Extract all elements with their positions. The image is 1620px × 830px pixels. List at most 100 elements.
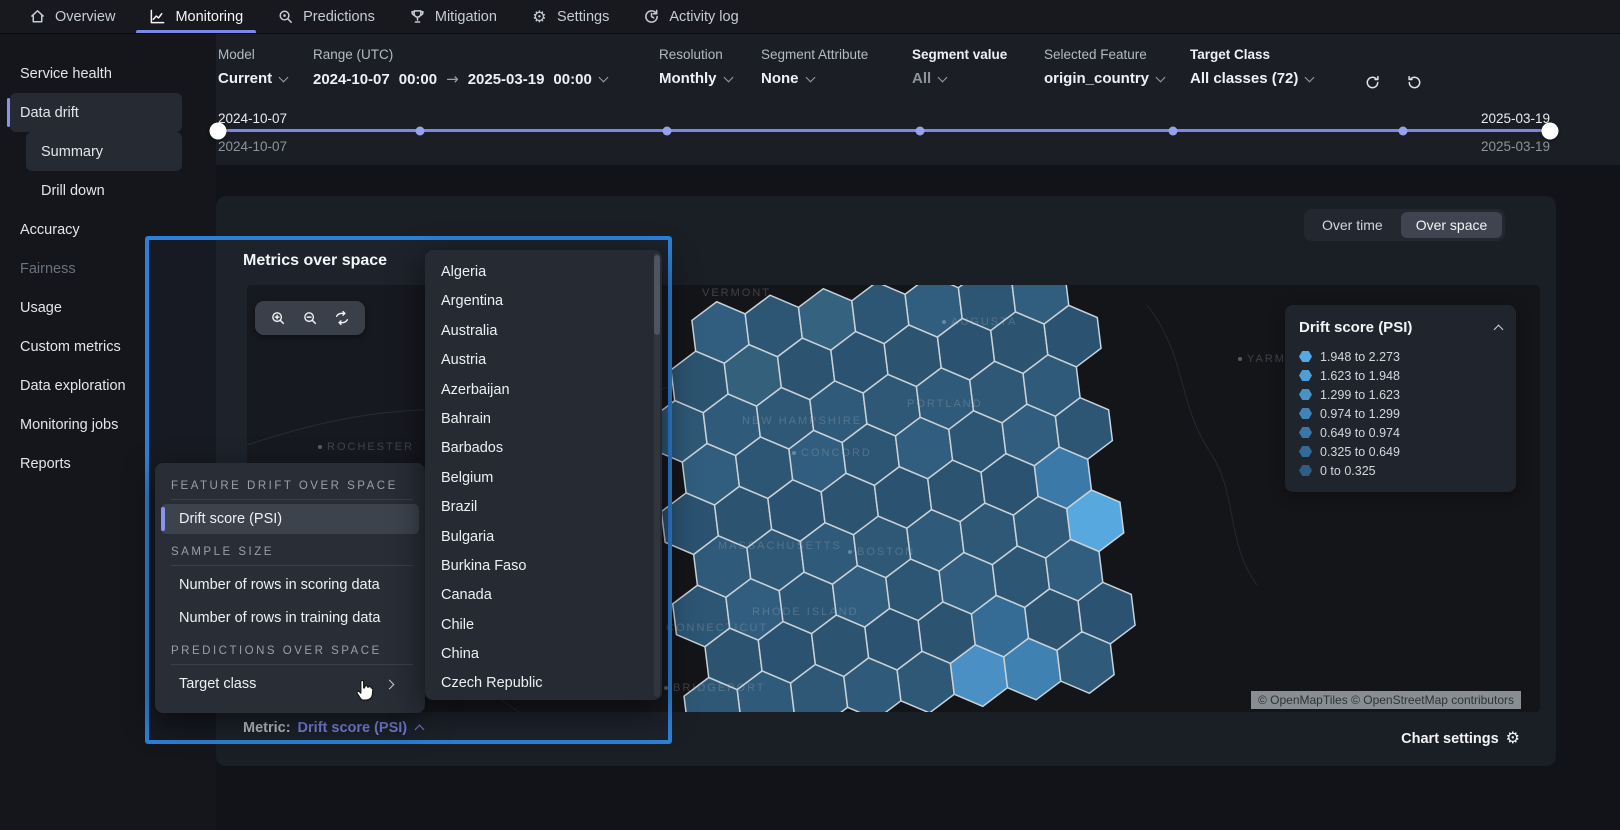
country-option[interactable]: Bahrain <box>425 405 662 434</box>
slider-handle-end[interactable] <box>1542 122 1559 139</box>
map-zoom-button[interactable] <box>333 309 351 327</box>
submenu-chevron-icon <box>385 679 395 689</box>
sidebar-item-label: Fairness <box>20 261 76 277</box>
country-option[interactable]: Argentina <box>425 287 662 316</box>
map-place-label: PORTLAND <box>907 398 983 410</box>
menu-item-label: Target class <box>179 676 256 692</box>
model-select[interactable]: Current <box>218 70 305 87</box>
city-dot-icon <box>664 686 668 690</box>
legend-range-label: 0.649 to 0.974 <box>1320 426 1400 440</box>
segment-attribute-control: Segment Attribute None <box>761 47 912 87</box>
sidebar-item-label: Accuracy <box>20 222 80 238</box>
nav-item[interactable]: Overview <box>12 0 132 33</box>
resolution-select[interactable]: Monthly <box>659 70 753 87</box>
range-select[interactable]: 2024-10-07 00:00 → 2025-03-19 00:00 <box>313 70 651 88</box>
nav-item-icon <box>643 8 660 25</box>
sidebar-item[interactable]: Custom metrics <box>0 327 216 366</box>
legend-swatch <box>1299 446 1312 457</box>
map-place-label: MASSACHUSETTS <box>718 540 842 552</box>
sidebar-item[interactable]: Summary <box>26 132 182 171</box>
sidebar-item-label: Data exploration <box>20 378 126 394</box>
country-option[interactable]: Canada <box>425 581 662 610</box>
divider <box>171 664 413 665</box>
country-option[interactable]: Australia <box>425 317 662 346</box>
target-class-select[interactable]: All classes (72) <box>1190 70 1327 87</box>
filter-bar: Model Current Range (UTC) 2024-10-07 00:… <box>216 34 1620 165</box>
country-option[interactable]: Austria <box>425 346 662 375</box>
nav-item[interactable]: Activity log <box>626 0 755 33</box>
target-class-value: All classes (72) <box>1190 70 1298 87</box>
country-option[interactable]: Brazil <box>425 493 662 522</box>
view-toggle-option[interactable]: Over time <box>1307 212 1398 238</box>
legend-swatch <box>1299 389 1312 400</box>
model-label: Model <box>218 47 305 62</box>
sidebar-item[interactable]: Drill down <box>0 171 216 210</box>
nav-item[interactable]: Monitoring <box>132 0 260 33</box>
scrollbar-thumb[interactable] <box>654 255 660 335</box>
refresh-icon[interactable] <box>1399 69 1429 95</box>
metric-value-link[interactable]: Drift score (PSI) <box>298 720 424 736</box>
sidebar-item-label: Reports <box>20 456 71 472</box>
nav-item-label: Settings <box>557 9 609 25</box>
metric-label: Metric: Drift score (PSI) <box>243 720 423 736</box>
sidebar-item[interactable]: Accuracy <box>0 210 216 249</box>
legend-swatch <box>1299 408 1312 419</box>
segment-attribute-select[interactable]: None <box>761 70 904 87</box>
nav-item[interactable]: ⚙ Settings <box>514 0 626 33</box>
slider-start-date-top: 2024-10-07 <box>218 111 287 126</box>
chart-settings-button[interactable]: Chart settings ⚙ <box>1401 730 1520 747</box>
selected-feature-select[interactable]: origin_country <box>1044 70 1182 87</box>
map-attribution[interactable]: © OpenMapTiles © OpenStreetMap contribut… <box>1251 691 1521 709</box>
segment-value-select[interactable]: All <box>912 70 1036 87</box>
city-dot-icon <box>848 550 852 554</box>
sidebar-item[interactable]: Service health <box>0 54 216 93</box>
slider-handle-start[interactable] <box>210 122 227 139</box>
hex-grid <box>623 285 1178 712</box>
range-start-time: 00:00 <box>399 71 437 88</box>
country-option[interactable]: Chile <box>425 611 662 640</box>
sidebar-item[interactable]: Monitoring jobs <box>0 405 216 444</box>
menu-item[interactable]: Target class <box>161 669 419 699</box>
country-option[interactable]: Azerbaijan <box>425 376 662 405</box>
scrollbar-track[interactable] <box>654 253 660 697</box>
nav-item-icon <box>277 8 294 25</box>
slider-start-date-bottom: 2024-10-07 <box>218 139 287 154</box>
menu-item[interactable]: Drift score (PSI) <box>161 504 419 534</box>
sidebar-item[interactable]: Usage <box>0 288 216 327</box>
country-option[interactable]: Burkina Faso <box>425 552 662 581</box>
sidebar-item[interactable]: Fairness <box>0 249 216 288</box>
slider-tick <box>1399 126 1408 135</box>
top-nav: Overview Monitoring Predictions Mitigati… <box>0 0 1620 34</box>
map-legend: Drift score (PSI) 1.948 to 2.273 1.623 t… <box>1285 305 1516 492</box>
nav-item-icon <box>149 8 166 25</box>
sidebar-item[interactable]: Data drift <box>10 93 182 132</box>
menu-section-header: PREDICTIONS OVER SPACE <box>155 636 425 662</box>
slider-tick <box>1169 126 1178 135</box>
nav-item[interactable]: Mitigation <box>392 0 514 33</box>
chevron-down-icon <box>938 72 948 82</box>
country-option[interactable]: Belgium <box>425 464 662 493</box>
map-place-label: RHODE ISLAND <box>752 606 859 618</box>
range-label: Range (UTC) <box>313 47 651 62</box>
legend-swatch <box>1299 370 1312 381</box>
country-option[interactable]: Czech Republic <box>425 669 662 698</box>
nav-item[interactable]: Predictions <box>260 0 392 33</box>
menu-item[interactable]: Number of rows in training data <box>161 603 419 633</box>
map-place-label: ROCHESTER <box>318 441 414 453</box>
refresh-icon[interactable] <box>1357 69 1387 95</box>
sidebar-item[interactable]: Data exploration <box>0 366 216 405</box>
view-toggle-option[interactable]: Over space <box>1401 212 1503 238</box>
country-option[interactable]: Barbados <box>425 434 662 463</box>
map-zoom-button[interactable] <box>301 309 319 327</box>
map-zoom-button[interactable] <box>269 309 287 327</box>
menu-item[interactable]: Number of rows in scoring data <box>161 570 419 600</box>
country-option[interactable]: Algeria <box>425 258 662 287</box>
legend-collapse-icon[interactable] <box>1494 324 1504 334</box>
country-option[interactable]: China <box>425 640 662 669</box>
country-option[interactable]: Bulgaria <box>425 523 662 552</box>
nav-item-icon: ⚙ <box>531 8 548 25</box>
chart-settings-label: Chart settings <box>1401 731 1499 747</box>
selected-feature-label: Selected Feature <box>1044 47 1182 62</box>
nav-item-label: Overview <box>55 9 115 25</box>
divider <box>171 565 413 566</box>
